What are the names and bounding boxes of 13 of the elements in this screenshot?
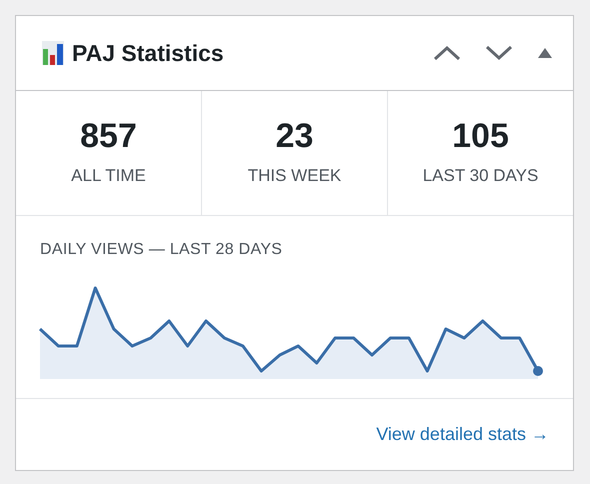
chevron-up-icon xyxy=(433,45,461,61)
chevron-down-icon xyxy=(485,45,513,61)
stat-value: 857 xyxy=(80,118,137,155)
stat-label: LAST 30 DAYS xyxy=(422,164,538,187)
stat-value: 23 xyxy=(276,118,314,155)
stat-label: THIS WEEK xyxy=(248,164,342,187)
view-stats-link[interactable]: View detailed stats → xyxy=(376,421,549,448)
widget-title: PAJ Statistics xyxy=(72,38,224,68)
chart-title: DAILY VIEWS — LAST 28 DAYS xyxy=(40,240,284,260)
stat-value: 105 xyxy=(452,118,509,155)
triangle-up-icon xyxy=(537,47,553,59)
bar-chart-icon xyxy=(42,41,64,65)
stat-label: ALL TIME xyxy=(71,164,146,187)
